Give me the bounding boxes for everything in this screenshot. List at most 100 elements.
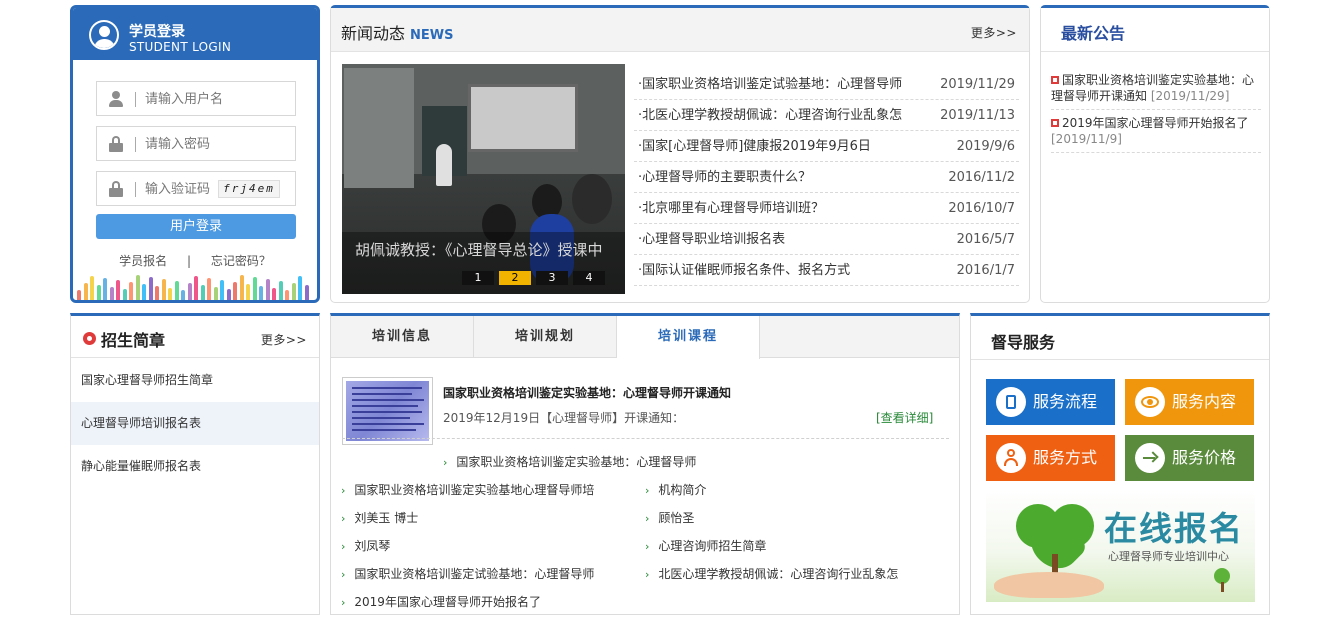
password-input[interactable] bbox=[145, 133, 285, 155]
pencil-icon bbox=[278, 281, 283, 300]
guide-more-link[interactable]: 更多>> bbox=[261, 331, 307, 348]
news-item[interactable]: ·心理督导职业培训报名表 2016/5/7 bbox=[634, 224, 1019, 255]
news-item-date: 2019/11/29 bbox=[940, 77, 1015, 92]
notice-item-date: [2019/11/9] bbox=[1051, 132, 1122, 146]
guide-item[interactable]: 国家心理督导师招生简章 bbox=[71, 359, 319, 402]
news-item[interactable]: ·北医心理学教授胡佩诚：心理咨询行业乱象怎 2019/11/13 bbox=[634, 100, 1019, 131]
view-details-link[interactable]: [查看详细] bbox=[876, 409, 933, 426]
news-item-title[interactable]: ·国家职业资格培训鉴定试验基地：心理督导师 bbox=[638, 69, 934, 100]
pencil-icon bbox=[259, 286, 263, 300]
login-title-en: STUDENT LOGIN bbox=[129, 40, 232, 54]
pencil-icon bbox=[77, 290, 81, 300]
login-button[interactable]: 用户登录 bbox=[96, 214, 296, 239]
guide-item[interactable]: 心理督导师培训报名表 bbox=[71, 402, 319, 445]
bullet-icon bbox=[1051, 76, 1059, 84]
training-link[interactable]: › 国家职业资格培训鉴定实验基地：心理督导师 bbox=[443, 453, 696, 470]
news-item[interactable]: ·心理督导师的主要职责什么？ 2016/11/2 bbox=[634, 162, 1019, 193]
student-login-panel: 学员登录 STUDENT LOGIN frj4em 用户登录 学员报名 | 忘记… bbox=[70, 5, 320, 303]
service-price-button[interactable]: 服务价格 bbox=[1125, 435, 1254, 481]
guide-item[interactable]: 静心能量催眠师报名表 bbox=[71, 445, 319, 488]
pencil-icon bbox=[194, 276, 198, 300]
chevron-right-icon: › bbox=[645, 568, 650, 581]
news-photo-slideshow[interactable]: 胡佩诚教授：《心理督导总论》授课中 1234 bbox=[342, 64, 625, 294]
news-item-date: 2016/1/7 bbox=[956, 263, 1015, 278]
notice-panel: 最新公告 国家职业资格培训鉴定实验基地：心理督导师开课通知 [2019/11/2… bbox=[1040, 5, 1270, 303]
training-link[interactable]: › 刘美玉 博士 bbox=[341, 509, 418, 526]
training-link[interactable]: › 刘凤琴 bbox=[341, 537, 390, 554]
captcha-image[interactable]: frj4em bbox=[218, 180, 280, 198]
chevron-right-icon: › bbox=[341, 596, 346, 609]
username-field[interactable] bbox=[96, 81, 296, 116]
username-input[interactable] bbox=[145, 88, 285, 110]
news-item-date: 2019/9/6 bbox=[956, 139, 1015, 154]
pencil-icon bbox=[181, 290, 185, 300]
login-title: 学员登录 bbox=[129, 24, 185, 40]
training-link[interactable]: › 北医心理学教授胡佩诚：心理咨询行业乱象怎 bbox=[645, 565, 898, 582]
slide-dot-3[interactable]: 3 bbox=[536, 271, 568, 285]
slide-pager: 1234 bbox=[462, 270, 610, 285]
service-content-button[interactable]: 服务内容 bbox=[1125, 379, 1254, 425]
chevron-right-icon: › bbox=[341, 512, 346, 525]
featured-title[interactable]: 国家职业资格培训鉴定实验基地：心理督导师开课通知 bbox=[443, 384, 731, 401]
pencil-icon bbox=[129, 282, 133, 300]
tab-training-info[interactable]: 培训信息 bbox=[331, 316, 474, 358]
training-link[interactable]: › 心理咨询师招生简章 bbox=[645, 537, 766, 554]
news-item-title[interactable]: ·心理督导师的主要职责什么？ bbox=[638, 162, 934, 193]
news-item[interactable]: ·国际认证催眠师报名条件、报名方式 2016/1/7 bbox=[634, 255, 1019, 286]
guide-title: 招生简章 bbox=[101, 331, 166, 350]
lock-icon bbox=[109, 181, 123, 197]
pencil-icon bbox=[272, 288, 276, 300]
register-link[interactable]: 学员报名 bbox=[119, 254, 167, 268]
slide-dot-2[interactable]: 2 bbox=[499, 271, 531, 285]
pencil-icon bbox=[142, 284, 146, 300]
notice-title: 最新公告 bbox=[1061, 24, 1126, 43]
slide-dot-4[interactable]: 4 bbox=[573, 271, 605, 285]
slide-dot-1[interactable]: 1 bbox=[462, 271, 494, 285]
online-registration-banner[interactable]: 在线报名 心理督导师专业培训中心 bbox=[986, 490, 1255, 602]
news-item-title[interactable]: ·国家[心理督导师]健康报2019年9月6日 bbox=[638, 131, 934, 162]
pencil-icon bbox=[148, 277, 153, 300]
tab-training-courses[interactable]: 培训课程 bbox=[617, 316, 760, 359]
chevron-right-icon: › bbox=[341, 484, 346, 497]
tab-training-plan[interactable]: 培训规划 bbox=[474, 316, 617, 358]
pencil-icon bbox=[187, 283, 192, 300]
notice-item-date: [2019/11/29] bbox=[1150, 89, 1230, 103]
news-item-title[interactable]: ·北医心理学教授胡佩诚：心理咨询行业乱象怎 bbox=[638, 100, 934, 131]
training-link[interactable]: › 2019年国家心理督导师开始报名了 bbox=[341, 593, 541, 610]
news-item-title[interactable]: ·国际认证催眠师报名条件、报名方式 bbox=[638, 255, 934, 286]
captcha-input[interactable] bbox=[145, 178, 217, 200]
news-item-title[interactable]: ·北京哪里有心理督导师培训班？ bbox=[638, 193, 934, 224]
news-item[interactable]: ·北京哪里有心理督导师培训班？ 2016/10/7 bbox=[634, 193, 1019, 224]
featured-summary: 2019年12月19日【心理督导师】开课通知： bbox=[443, 411, 685, 425]
training-link[interactable]: › 顾怡圣 bbox=[645, 509, 694, 526]
pencils-decoration bbox=[77, 274, 313, 300]
featured-thumbnail[interactable] bbox=[342, 377, 433, 445]
pencil-icon bbox=[116, 280, 120, 300]
news-item[interactable]: ·国家职业资格培训鉴定试验基地：心理督导师 2019/11/29 bbox=[634, 69, 1019, 100]
pencil-icon bbox=[174, 281, 179, 300]
training-link[interactable]: › 国家职业资格培训鉴定试验基地：心理督导师 bbox=[341, 565, 594, 582]
training-link[interactable]: › 机构简介 bbox=[645, 481, 706, 498]
supervision-services-panel: 督导服务 服务流程 服务内容 服务方式 服务价格 在线报名 心理督导师专业培训中… bbox=[970, 313, 1270, 615]
forgot-password-link[interactable]: 忘记密码？ bbox=[211, 254, 271, 268]
service-process-button[interactable]: 服务流程 bbox=[986, 379, 1115, 425]
pencil-icon bbox=[155, 286, 159, 300]
arrow-icon bbox=[1135, 443, 1165, 473]
user-avatar-icon bbox=[89, 20, 119, 50]
pencil-icon bbox=[213, 287, 218, 300]
pencil-icon bbox=[200, 285, 205, 300]
pencil-icon bbox=[226, 289, 231, 300]
news-item[interactable]: ·国家[心理督导师]健康报2019年9月6日 2019/9/6 bbox=[634, 131, 1019, 162]
password-field[interactable] bbox=[96, 126, 296, 161]
news-more-link[interactable]: 更多>> bbox=[971, 24, 1017, 41]
notice-item[interactable]: 2019年国家心理督导师开始报名了 [2019/11/9] bbox=[1051, 115, 1261, 153]
photo-caption: 胡佩诚教授：《心理督导总论》授课中 bbox=[355, 241, 603, 259]
target-icon bbox=[83, 332, 96, 345]
notice-item[interactable]: 国家职业资格培训鉴定实验基地：心理督导师开课通知 [2019/11/29] bbox=[1051, 72, 1261, 110]
notice-header: 最新公告 bbox=[1041, 8, 1269, 52]
service-method-button[interactable]: 服务方式 bbox=[986, 435, 1115, 481]
news-item-title[interactable]: ·心理督导职业培训报名表 bbox=[638, 224, 934, 255]
captcha-field[interactable]: frj4em bbox=[96, 171, 296, 206]
notice-item-title[interactable]: 2019年国家心理督导师开始报名了 bbox=[1062, 116, 1249, 130]
training-link[interactable]: › 国家职业资格培训鉴定实验基地心理督导师培 bbox=[341, 481, 594, 498]
